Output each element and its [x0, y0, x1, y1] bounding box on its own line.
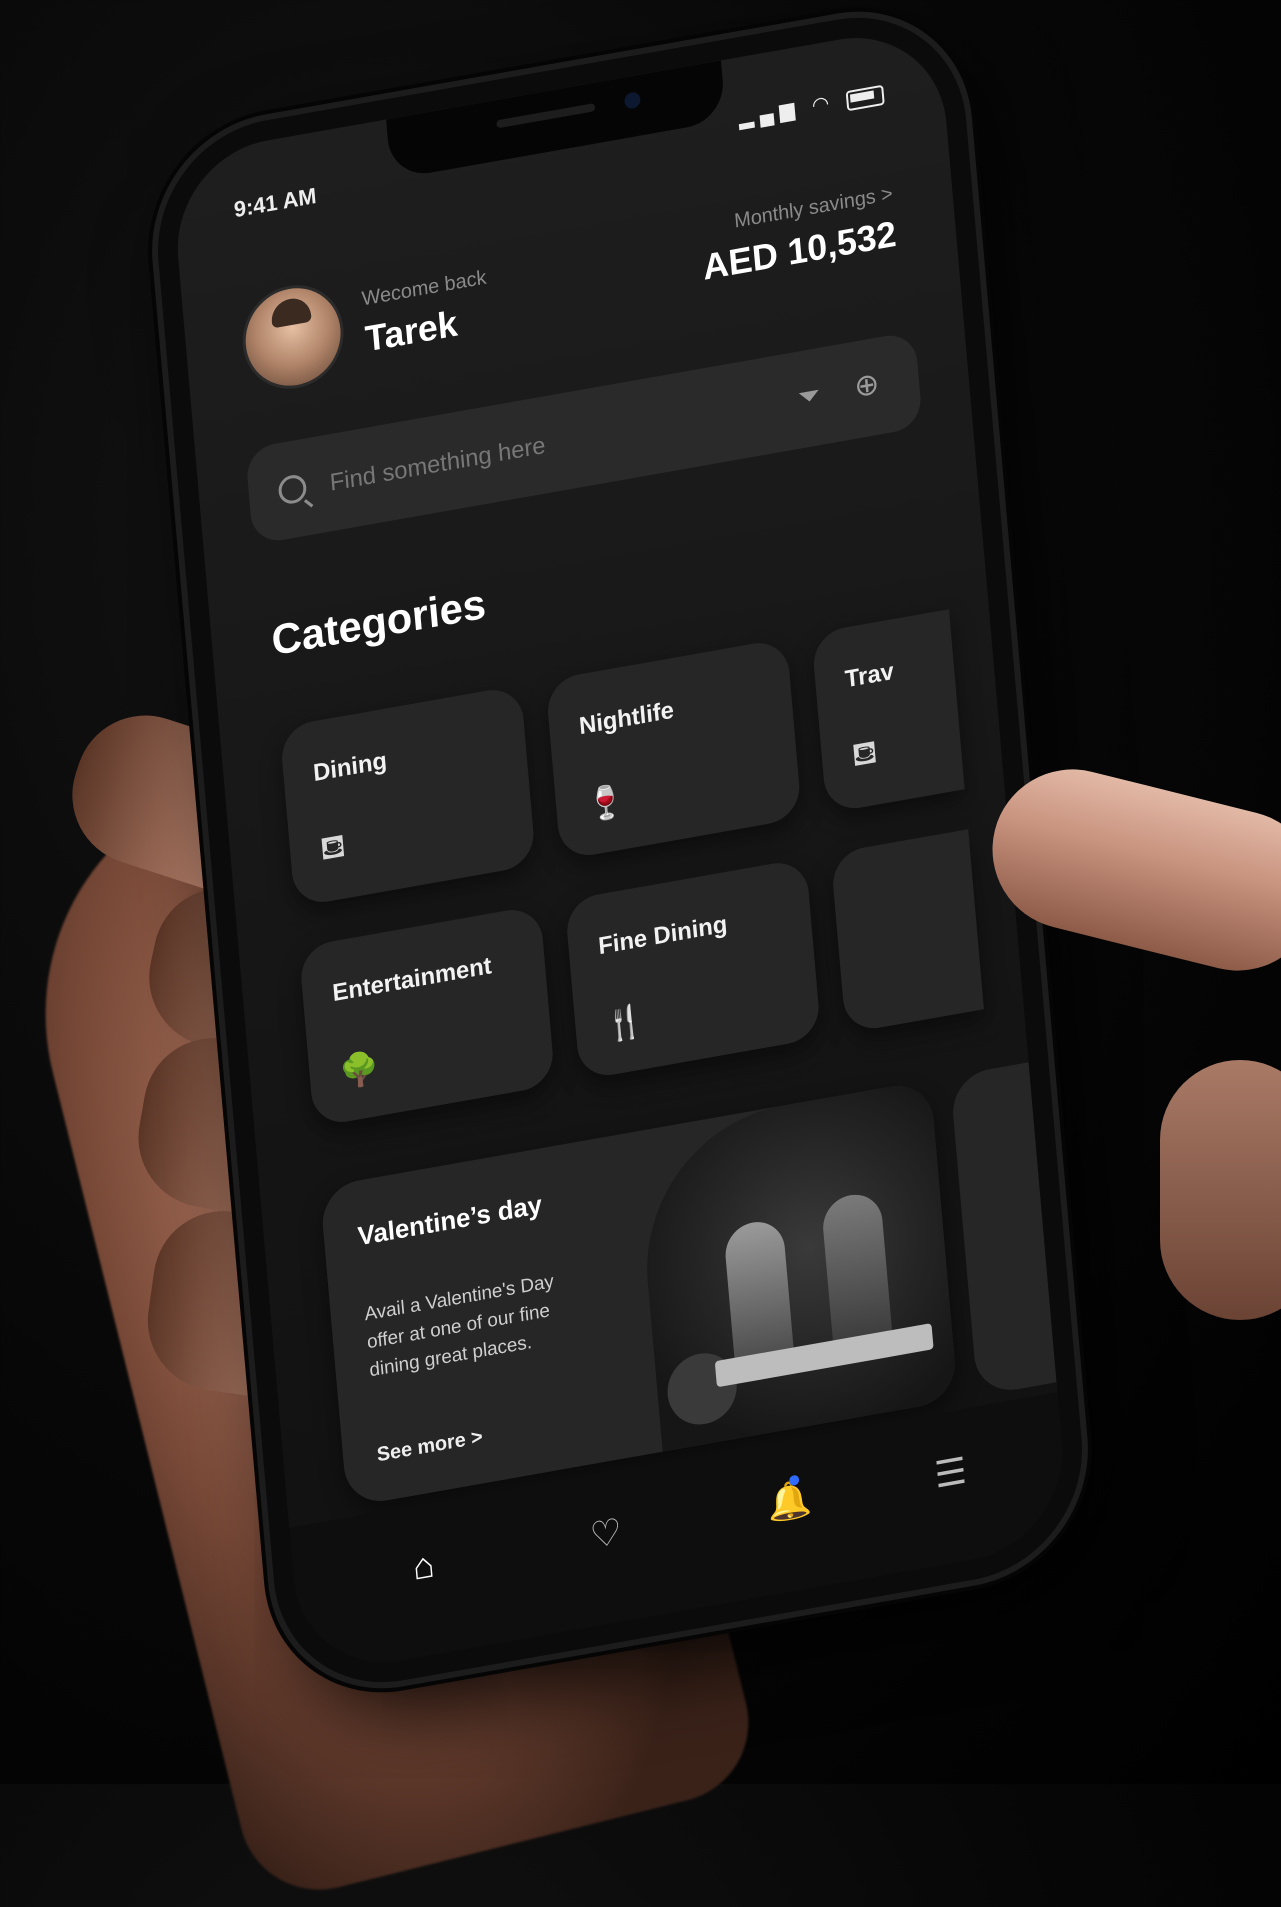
menu-icon[interactable]: ☰ [933, 1449, 968, 1497]
cutlery-icon: 🍴 [603, 1001, 647, 1045]
monthly-savings-amount: AED 10,532 [701, 212, 898, 288]
scene: 9:41 AM ▂▄▆ ◠ Wecome back Tarek Monthly … [0, 0, 1281, 1907]
category-card-travel[interactable]: Trav ⛾ [811, 609, 965, 814]
username: Tarek [363, 302, 460, 360]
bell-icon[interactable]: 🔔 [766, 1474, 814, 1527]
category-label: Entertainment [331, 952, 493, 1008]
promo-description: Avail a Valentine's Day offer at one of … [363, 1271, 555, 1382]
globe-icon[interactable]: ⊕ [853, 366, 881, 405]
wine-glass-icon: 🍷 [584, 781, 627, 825]
battery-icon [845, 84, 885, 112]
category-card-entertainment[interactable]: Entertainment 🌳 [298, 904, 556, 1128]
welcome-text: Wecome back [360, 266, 488, 311]
filter-icon[interactable]: ⏷ [797, 378, 822, 415]
category-label: Nightlife [578, 696, 675, 741]
notification-dot [788, 1474, 800, 1487]
speaker [496, 103, 596, 129]
category-label: Dining [312, 747, 389, 788]
category-label: Trav [843, 657, 895, 694]
illustration-figure [723, 1217, 795, 1368]
see-more-link[interactable]: See more > [376, 1426, 484, 1468]
app-screen: 9:41 AM ▂▄▆ ◠ Wecome back Tarek Monthly … [169, 22, 1071, 1678]
status-time: 9:41 AM [232, 182, 318, 223]
home-icon[interactable]: ⌂ [411, 1543, 436, 1589]
search-icon [277, 472, 308, 506]
promo-title: Valentine’s day [356, 1188, 544, 1252]
categories-title: Categories [269, 579, 488, 665]
promo-card-next[interactable] [949, 1062, 1057, 1397]
status-icons: ▂▄▆ ◠ [737, 81, 885, 132]
wifi-icon: ◠ [810, 91, 836, 118]
promo-illustration [634, 1079, 959, 1452]
heart-icon[interactable]: ♡ [588, 1510, 623, 1558]
avatar[interactable] [241, 280, 345, 394]
category-card-dining[interactable]: Dining ⛾ [279, 684, 537, 908]
category-card-partial[interactable] [830, 829, 984, 1034]
trees-icon: 🌳 [337, 1048, 381, 1092]
search-input[interactable] [326, 389, 748, 506]
signal-icon: ▂▄▆ [737, 97, 802, 131]
phone: 9:41 AM ▂▄▆ ◠ Wecome back Tarek Monthly … [147, 0, 1093, 1702]
finger [1160, 1060, 1281, 1320]
category-card-nightlife[interactable]: Nightlife 🍷 [545, 637, 803, 861]
travel-icon: ⛾ [850, 732, 880, 774]
notch [386, 60, 727, 180]
dining-icon: ⛾ [318, 826, 348, 868]
category-card-fine-dining[interactable]: Fine Dining 🍴 [564, 857, 822, 1081]
category-label: Fine Dining [597, 910, 729, 961]
illustration-figure [820, 1190, 893, 1351]
front-camera [623, 91, 642, 110]
